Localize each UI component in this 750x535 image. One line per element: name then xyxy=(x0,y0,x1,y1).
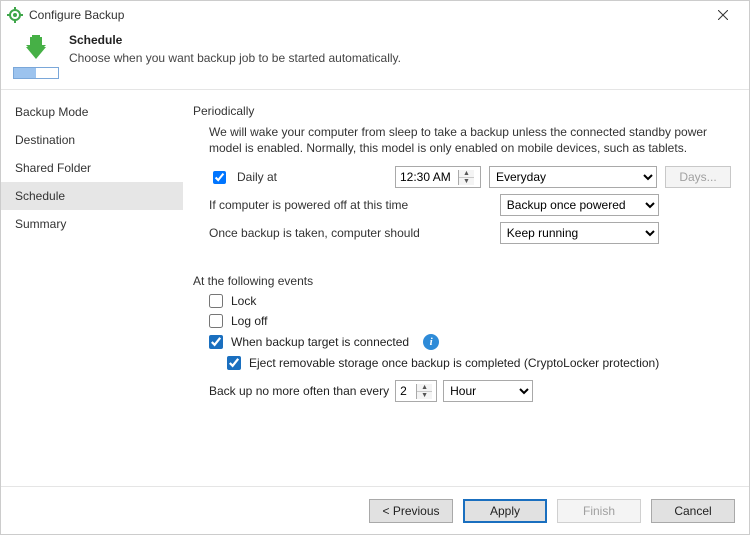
lock-checkbox[interactable] xyxy=(209,294,223,308)
apply-button[interactable]: Apply xyxy=(463,499,547,523)
frequency-step-down[interactable]: ▼ xyxy=(417,392,432,399)
page-title: Schedule xyxy=(69,33,401,47)
sidebar-item-shared-folder[interactable]: Shared Folder xyxy=(1,154,183,182)
periodically-description: We will wake your computer from sleep to… xyxy=(193,124,731,156)
logoff-label: Log off xyxy=(231,314,267,328)
daily-row: Daily at ▲ ▼ Everyday Days... xyxy=(209,166,731,188)
sidebar-item-summary[interactable]: Summary xyxy=(1,210,183,238)
lock-checkbox-row: Lock xyxy=(209,294,731,308)
previous-button[interactable]: < Previous xyxy=(369,499,453,523)
sidebar-item-backup-mode[interactable]: Backup Mode xyxy=(1,98,183,126)
window-title: Configure Backup xyxy=(29,8,703,22)
powered-off-row: If computer is powered off at this time … xyxy=(209,194,731,216)
frequency-spinner[interactable]: ▲ ▼ xyxy=(395,380,437,402)
time-step-down[interactable]: ▼ xyxy=(459,178,474,185)
content-area: Periodically We will wake your computer … xyxy=(183,90,749,486)
close-button[interactable] xyxy=(703,2,743,28)
progress-indicator xyxy=(13,67,59,79)
logoff-checkbox[interactable] xyxy=(209,314,223,328)
lock-label: Lock xyxy=(231,294,256,308)
info-icon[interactable]: i xyxy=(423,334,439,350)
page-subtitle: Choose when you want backup job to be st… xyxy=(69,51,401,65)
frequency-unit-select[interactable]: Hour xyxy=(443,380,533,402)
target-connected-checkbox[interactable] xyxy=(209,335,223,349)
target-connected-row: When backup target is connected i xyxy=(209,334,731,350)
target-connected-label: When backup target is connected xyxy=(231,335,409,349)
time-spinner[interactable]: ▲ ▼ xyxy=(395,166,481,188)
wizard-header: Schedule Choose when you want backup job… xyxy=(1,29,749,89)
daily-label: Daily at xyxy=(237,170,277,184)
days-button: Days... xyxy=(665,166,731,188)
sidebar-item-destination[interactable]: Destination xyxy=(1,126,183,154)
eject-row: Eject removable storage once backup is c… xyxy=(227,356,731,370)
configure-backup-window: Configure Backup Schedule Choose xyxy=(0,0,750,535)
after-backup-select[interactable]: Keep running xyxy=(500,222,660,244)
wizard-footer: < Previous Apply Finish Cancel xyxy=(1,486,749,534)
app-icon xyxy=(7,7,23,23)
frequency-step-up[interactable]: ▲ xyxy=(417,384,432,392)
after-backup-row: Once backup is taken, computer should Ke… xyxy=(209,222,731,244)
eject-label: Eject removable storage once backup is c… xyxy=(249,356,659,370)
daily-checkbox[interactable] xyxy=(213,171,226,184)
header-icon-area xyxy=(11,33,61,79)
backup-frequency-label: Back up no more often than every xyxy=(209,384,389,398)
backup-frequency-row: Back up no more often than every ▲ ▼ Hou… xyxy=(209,380,731,402)
header-text: Schedule Choose when you want backup job… xyxy=(69,33,401,79)
recurrence-select[interactable]: Everyday xyxy=(489,166,657,188)
powered-off-label: If computer is powered off at this time xyxy=(209,198,484,212)
logoff-checkbox-row: Log off xyxy=(209,314,731,328)
frequency-input[interactable] xyxy=(396,381,416,401)
titlebar: Configure Backup xyxy=(1,1,749,29)
wizard-body: Backup Mode Destination Shared Folder Sc… xyxy=(1,89,749,486)
sidebar-item-schedule[interactable]: Schedule xyxy=(1,182,183,210)
time-input[interactable] xyxy=(396,167,458,187)
eject-checkbox[interactable] xyxy=(227,356,241,370)
after-backup-label: Once backup is taken, computer should xyxy=(209,226,484,240)
periodically-title: Periodically xyxy=(193,104,731,118)
events-title: At the following events xyxy=(193,274,731,288)
time-step-up[interactable]: ▲ xyxy=(459,170,474,178)
wizard-sidebar: Backup Mode Destination Shared Folder Sc… xyxy=(1,90,183,486)
finish-button: Finish xyxy=(557,499,641,523)
powered-off-select[interactable]: Backup once powered xyxy=(500,194,660,216)
download-arrow-icon xyxy=(16,33,56,63)
cancel-button[interactable]: Cancel xyxy=(651,499,735,523)
